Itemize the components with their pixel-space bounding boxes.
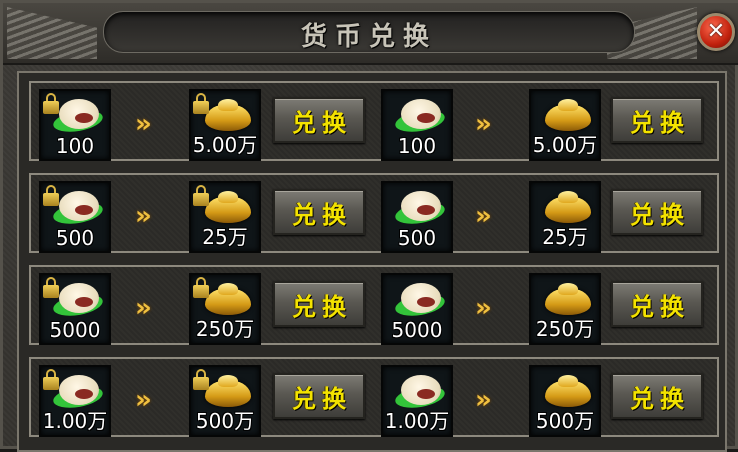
to-currency-slot[interactable]: 250万 [529, 273, 601, 345]
gold-ingot-icon [545, 99, 591, 131]
exchange-row: 500 » 25万 兑换 500 » 25万 兑换 [29, 173, 719, 253]
exchange-button[interactable]: 兑换 [273, 373, 365, 419]
window-title: 货币兑换 [300, 22, 437, 52]
double-arrow-icon: » [475, 293, 492, 323]
to-currency-slot[interactable]: 5.00万 [189, 89, 261, 161]
exchange-button[interactable]: 兑换 [273, 281, 365, 327]
gold-ingot-icon [205, 283, 251, 315]
from-currency-slot[interactable]: 100 [381, 89, 453, 161]
gold-ingot-icon [545, 283, 591, 315]
to-amount: 25万 [542, 225, 588, 249]
from-amount: 100 [55, 134, 95, 158]
to-currency-slot[interactable]: 25万 [529, 181, 601, 253]
double-arrow-icon: » [475, 109, 492, 139]
to-amount: 25万 [202, 225, 248, 249]
exchange-button[interactable]: 兑换 [273, 189, 365, 235]
gold-ingot-icon [545, 375, 591, 407]
exchange-row: 5000 » 250万 兑换 5000 » 250万 兑换 [29, 265, 719, 345]
steamed-bun-icon [53, 283, 101, 319]
to-amount: 5.00万 [532, 133, 598, 157]
gold-ingot-icon [205, 99, 251, 131]
steamed-bun-icon [53, 191, 101, 227]
to-amount: 250万 [195, 317, 255, 341]
double-arrow-icon: » [135, 293, 152, 323]
from-amount: 500 [55, 226, 95, 250]
from-currency-slot[interactable]: 1.00万 [381, 365, 453, 437]
from-currency-slot[interactable]: 500 [39, 181, 111, 253]
lock-icon [43, 277, 59, 299]
double-arrow-icon: » [135, 201, 152, 231]
lock-icon [193, 369, 209, 391]
close-button[interactable]: ✕ [697, 13, 735, 51]
double-arrow-icon: » [475, 385, 492, 415]
double-arrow-icon: » [135, 385, 152, 415]
from-currency-slot[interactable]: 5000 [381, 273, 453, 345]
from-currency-slot[interactable]: 1.00万 [39, 365, 111, 437]
double-arrow-icon: » [135, 109, 152, 139]
exchange-button[interactable]: 兑换 [611, 97, 703, 143]
wing-ornament-left-icon [7, 7, 97, 59]
from-currency-slot[interactable]: 500 [381, 181, 453, 253]
to-currency-slot[interactable]: 250万 [189, 273, 261, 345]
lock-icon [43, 93, 59, 115]
to-amount: 5.00万 [192, 133, 258, 157]
steamed-bun-icon [395, 283, 443, 319]
to-currency-slot[interactable]: 500万 [189, 365, 261, 437]
exchange-row: 1.00万 » 500万 兑换 1.00万 » 500万 兑换 [29, 357, 719, 437]
exchange-window: 货币兑换 ✕ 100 » 5.00万 兑换 100 » 5.00万 兑换 500… [0, 0, 738, 452]
title-bar: 货币兑换 [103, 11, 635, 53]
to-currency-slot[interactable]: 5.00万 [529, 89, 601, 161]
to-amount: 250万 [535, 317, 595, 341]
from-currency-slot[interactable]: 5000 [39, 273, 111, 345]
steamed-bun-icon [395, 191, 443, 227]
to-amount: 500万 [195, 409, 255, 433]
exchange-button[interactable]: 兑换 [611, 189, 703, 235]
from-amount: 5000 [391, 318, 443, 342]
gold-ingot-icon [205, 191, 251, 223]
exchange-button[interactable]: 兑换 [611, 281, 703, 327]
from-amount: 5000 [49, 318, 101, 342]
steamed-bun-icon [395, 99, 443, 135]
gold-ingot-icon [205, 375, 251, 407]
to-currency-slot[interactable]: 25万 [189, 181, 261, 253]
gold-ingot-icon [545, 191, 591, 223]
from-amount: 1.00万 [384, 409, 450, 433]
lock-icon [43, 185, 59, 207]
exchange-list: 100 » 5.00万 兑换 100 » 5.00万 兑换 500 » 25万 … [17, 71, 727, 452]
exchange-button[interactable]: 兑换 [273, 97, 365, 143]
lock-icon [193, 93, 209, 115]
to-amount: 500万 [535, 409, 595, 433]
from-amount: 1.00万 [42, 409, 108, 433]
lock-icon [193, 277, 209, 299]
window-header: 货币兑换 ✕ [3, 3, 738, 65]
double-arrow-icon: » [475, 201, 492, 231]
steamed-bun-icon [53, 99, 101, 135]
to-currency-slot[interactable]: 500万 [529, 365, 601, 437]
exchange-button[interactable]: 兑换 [611, 373, 703, 419]
lock-icon [193, 185, 209, 207]
lock-icon [43, 369, 59, 391]
from-amount: 100 [397, 134, 437, 158]
exchange-row: 100 » 5.00万 兑换 100 » 5.00万 兑换 [29, 81, 719, 161]
from-amount: 500 [397, 226, 437, 250]
from-currency-slot[interactable]: 100 [39, 89, 111, 161]
